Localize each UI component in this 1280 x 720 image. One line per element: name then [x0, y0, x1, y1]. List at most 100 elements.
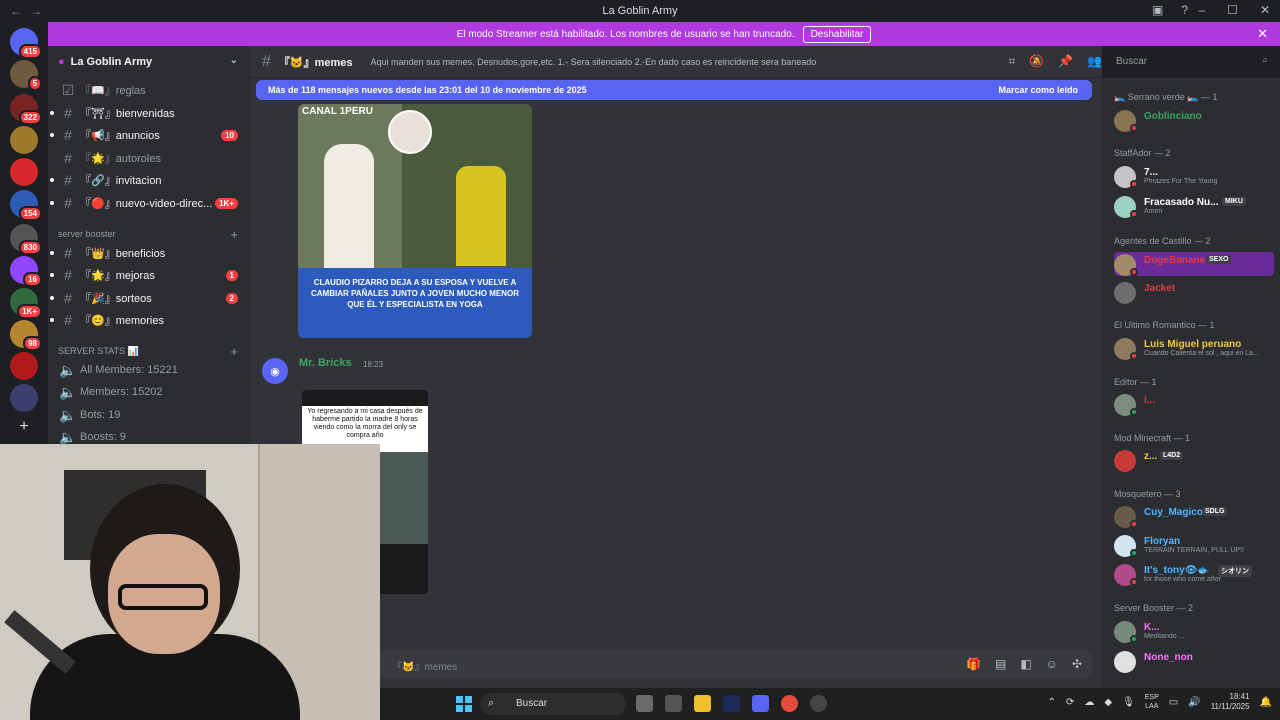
- member-item[interactable]: i...: [1114, 392, 1278, 416]
- image-inset: [388, 110, 432, 154]
- channel-item[interactable]: # 『🔴』nuevo-video-direc... 1K+: [50, 193, 242, 213]
- add-channel-icon[interactable]: +: [230, 344, 238, 359]
- layout-label: LAA: [1145, 703, 1159, 710]
- category-server-stats[interactable]: SERVER STATS 📊 +: [58, 344, 238, 359]
- mark-as-read-button[interactable]: Marcar como leído: [998, 85, 1078, 95]
- server-header[interactable]: ● La Goblin Army ⌄: [48, 46, 250, 78]
- guild-tag: SDLG: [1202, 507, 1228, 516]
- hash-icon: #: [64, 312, 72, 328]
- message-author[interactable]: Mr. Bricks: [299, 357, 352, 369]
- channel-header: # 『🐱』memes Aqui manden sus memes. Desnud…: [250, 46, 1102, 78]
- task-view-icon[interactable]: [636, 695, 653, 712]
- guild-icon[interactable]: 98: [10, 320, 42, 351]
- close-window-button[interactable]: ✕: [1260, 3, 1270, 17]
- guild-icon[interactable]: [10, 126, 38, 154]
- member-item[interactable]: z... L4D2: [1114, 448, 1278, 472]
- chevron-down-icon[interactable]: ⌄: [230, 55, 238, 66]
- search-input[interactable]: Buscar ⌕: [1110, 52, 1274, 72]
- disable-streamer-button[interactable]: Deshabilitar: [802, 25, 872, 43]
- channel-item[interactable]: # 『🌟』mejoras 1: [50, 265, 242, 285]
- gift-icon[interactable]: 🎁: [966, 657, 981, 671]
- member-list-icon[interactable]: 👥: [1087, 54, 1102, 69]
- language-label: ESP: [1144, 694, 1159, 701]
- sticker-icon[interactable]: ◧: [1020, 657, 1031, 671]
- member-item[interactable]: It's_tony👁🐟 for those who come after シオリン: [1114, 562, 1278, 586]
- new-messages-bar[interactable]: Más de 118 mensajes nuevos desde las 23:…: [256, 80, 1092, 100]
- voice-channel-item[interactable]: 🔈 Members: 15202: [56, 382, 242, 402]
- channel-item[interactable]: # 『👑』beneficios: [50, 243, 242, 263]
- direct-messages-icon[interactable]: 415: [10, 28, 42, 59]
- nav-arrows[interactable]: ←→: [10, 4, 50, 18]
- member-item[interactable]: Fracasado Nu... Amen MIKU: [1114, 194, 1278, 218]
- channel-item[interactable]: # 『⛩』bienvenidas: [50, 103, 242, 123]
- guild-icon[interactable]: [10, 352, 38, 380]
- minimize-button[interactable]: –: [1198, 3, 1205, 17]
- voice-channel-item[interactable]: 🔈 All Members: 15221: [56, 360, 242, 380]
- network-icon[interactable]: ▭: [1169, 697, 1178, 708]
- notifications-muted-icon[interactable]: 🔕: [1029, 54, 1044, 69]
- guild-tag: MIKU: [1222, 197, 1246, 206]
- photoshop-icon[interactable]: [723, 695, 740, 712]
- language-indicator[interactable]: ESP LAA: [1145, 693, 1159, 711]
- guild-icon[interactable]: [10, 384, 38, 412]
- file-explorer-icon[interactable]: [694, 695, 711, 712]
- volume-icon[interactable]: 🔊: [1188, 697, 1200, 708]
- voice-channel-item[interactable]: 🔈 Bots: 19: [56, 405, 242, 425]
- add-channel-icon[interactable]: +: [230, 227, 238, 242]
- member-item[interactable]: Luis Miguel peruano Cuando Calienta el so…: [1114, 336, 1278, 360]
- twitch-guild-icon[interactable]: 16: [10, 256, 42, 287]
- member-item[interactable]: None_non: [1114, 649, 1278, 673]
- channel-item[interactable]: ☑ 『📖』reglas: [56, 80, 242, 100]
- app-tray-icon[interactable]: ⟳: [1066, 697, 1074, 708]
- close-icon[interactable]: ✕: [1257, 26, 1268, 42]
- channel-item[interactable]: # 『📢』anuncios 10: [50, 125, 242, 145]
- member-item[interactable]: Goblinciano: [1114, 108, 1278, 132]
- add-server-icon[interactable]: +: [10, 418, 38, 446]
- help-icon[interactable]: ?: [1181, 3, 1188, 17]
- app-icon[interactable]: [665, 695, 682, 712]
- member-item[interactable]: Jacket: [1114, 280, 1278, 304]
- guild-icon[interactable]: 830: [10, 224, 42, 255]
- category-server-booster[interactable]: server booster +: [58, 227, 238, 242]
- security-icon[interactable]: ◆: [1104, 697, 1112, 708]
- chrome-icon[interactable]: [781, 695, 798, 712]
- channel-item[interactable]: # 『🔗』invitacion: [50, 170, 242, 190]
- guild-icon[interactable]: 154: [10, 190, 42, 221]
- threads-icon[interactable]: ⌗: [1008, 54, 1015, 69]
- member-item[interactable]: 7... Phrazes For The Young: [1114, 164, 1278, 188]
- member-activity: Amen: [1144, 208, 1163, 215]
- discord-avatar-icon[interactable]: ◉: [262, 358, 288, 384]
- pin-icon[interactable]: 📌: [1058, 54, 1073, 69]
- channel-item[interactable]: # 『😊』memories: [50, 310, 242, 330]
- taskbar-search[interactable]: ⌕ Buscar: [480, 693, 626, 715]
- member-item[interactable]: K... Meditando ...: [1114, 619, 1278, 643]
- windows-start-icon[interactable]: [456, 696, 472, 712]
- member-item[interactable]: DogeBanane SEXO: [1114, 252, 1274, 276]
- maximize-button[interactable]: ☐: [1227, 3, 1238, 17]
- message-input[interactable]: 『🐱』memes 🎁 ▤ ◧ ☺ ✣: [376, 650, 1092, 678]
- cloud-icon[interactable]: ☁: [1084, 697, 1094, 708]
- member-item[interactable]: Cuy_Magico SDLG: [1114, 504, 1278, 528]
- guild-icon[interactable]: [10, 158, 38, 186]
- discord-icon[interactable]: [752, 695, 769, 712]
- guild-icon[interactable]: 322: [10, 94, 42, 125]
- member-name: Fracasado Nu...: [1144, 197, 1219, 208]
- inbox-icon[interactable]: ▣: [1152, 3, 1163, 17]
- gif-icon[interactable]: ▤: [995, 657, 1006, 671]
- microphone-icon[interactable]: 🎙: [1122, 697, 1135, 708]
- clock[interactable]: 18:41 11/11/2025: [1211, 692, 1250, 712]
- emoji-icon[interactable]: ☺: [1046, 657, 1058, 671]
- guild-icon[interactable]: 5: [10, 60, 42, 91]
- member-activity: Meditando ...: [1144, 633, 1185, 640]
- channel-topic[interactable]: Aqui manden sus memes. Desnudos,gore,etc…: [371, 57, 817, 67]
- news-image-attachment[interactable]: CANAL 1PERU CLAUDIO PIZARRO DEJA A SU ES…: [298, 104, 532, 338]
- apps-icon[interactable]: ✣: [1072, 657, 1082, 671]
- chevron-up-icon[interactable]: ⌃: [1048, 697, 1056, 708]
- channel-item[interactable]: # 『🎉』sorteos 2: [50, 288, 242, 308]
- guild-icon[interactable]: 1K+: [10, 288, 42, 319]
- notifications-icon[interactable]: 🔔: [1260, 697, 1272, 708]
- app-icon[interactable]: [810, 695, 827, 712]
- member-item[interactable]: Floryan TERRAIN TERRAIN, PULL UP!!: [1114, 533, 1278, 557]
- member-name: i...: [1144, 395, 1156, 406]
- channel-item[interactable]: # 『🌟』autoroles: [56, 148, 242, 168]
